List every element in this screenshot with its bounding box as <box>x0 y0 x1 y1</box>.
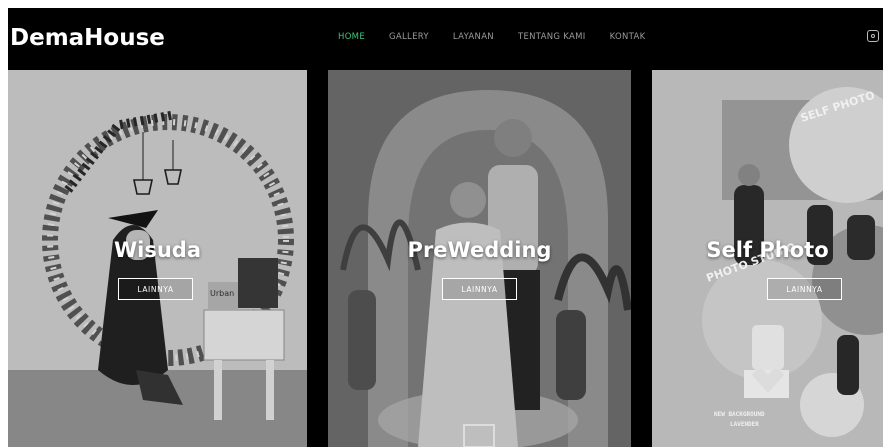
panel-self-photo[interactable]: SELF PHOTO PHOTO STUDIO NEW BACKGROUND L… <box>652 70 883 447</box>
nav-item-tentang-kami[interactable]: TENTANG KAMI <box>518 32 586 42</box>
instagram-icon[interactable] <box>867 30 879 42</box>
service-gallery: Urban Wisuda LAINNYA PreWedding LAINNYA <box>8 70 883 447</box>
main-nav: HOME GALLERY LAYANAN TENTANG KAMI KONTAK <box>338 32 669 42</box>
panel-title: PreWedding <box>407 238 552 262</box>
lainnya-button[interactable]: LAINNYA <box>118 278 193 300</box>
panel-title: Self Photo <box>706 238 829 262</box>
nav-item-home[interactable]: HOME <box>338 32 365 42</box>
top-navbar: DemaHouse HOME GALLERY LAYANAN TENTANG K… <box>8 8 883 70</box>
lainnya-button[interactable]: LAINNYA <box>442 278 517 300</box>
panel-title: Wisuda <box>113 238 201 262</box>
panel-prewedding[interactable]: PreWedding LAINNYA <box>328 70 631 447</box>
nav-item-kontak[interactable]: KONTAK <box>610 32 646 42</box>
nav-item-gallery[interactable]: GALLERY <box>389 32 429 42</box>
panel-wisuda[interactable]: Urban Wisuda LAINNYA <box>8 70 307 447</box>
brand-logo[interactable]: DemaHouse <box>10 25 165 51</box>
lainnya-button[interactable]: LAINNYA <box>767 278 842 300</box>
nav-item-layanan[interactable]: LAYANAN <box>453 32 494 42</box>
